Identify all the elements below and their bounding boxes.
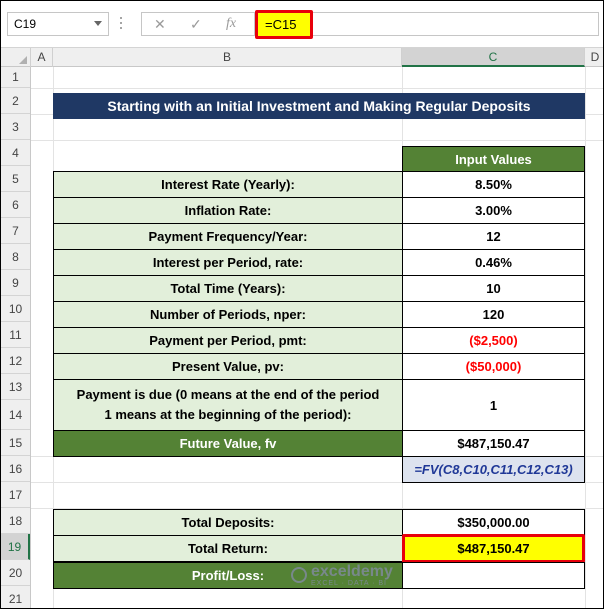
name-box-value: C19 <box>14 17 37 31</box>
label-number-of-periods[interactable]: Number of Periods, nper: <box>53 301 403 328</box>
column-header-b[interactable]: B <box>53 48 402 67</box>
formula-input[interactable]: =C15 <box>255 10 313 39</box>
enter-icon[interactable]: ✓ <box>190 16 202 33</box>
row-header-19[interactable]: 19 <box>1 534 30 560</box>
column-header: A B C D <box>1 47 603 67</box>
row-header-12[interactable]: 12 <box>1 348 30 374</box>
row-header-16[interactable]: 16 <box>1 456 30 482</box>
sheet-title[interactable]: Starting with an Initial Investment and … <box>53 93 585 119</box>
value-interest-rate[interactable]: 8.50% <box>402 171 585 198</box>
watermark-tagline: EXCEL · DATA · BI <box>311 579 387 587</box>
value-total-time[interactable]: 10 <box>402 275 585 302</box>
label-total-deposits[interactable]: Total Deposits: <box>53 509 403 536</box>
row-header-7[interactable]: 7 <box>1 218 30 244</box>
formula-input-field[interactable] <box>313 12 599 36</box>
gridline <box>31 140 603 141</box>
column-header-a[interactable]: A <box>31 48 53 67</box>
gridline <box>585 67 586 608</box>
row-header-14[interactable]: 14 <box>1 400 30 430</box>
gridline <box>31 88 603 89</box>
label-interest-per-period[interactable]: Interest per Period, rate: <box>53 249 403 276</box>
label-inflation-rate[interactable]: Inflation Rate: <box>53 197 403 224</box>
row-header-17[interactable]: 17 <box>1 482 30 508</box>
row-header-10[interactable]: 10 <box>1 296 30 322</box>
value-payment-frequency[interactable]: 12 <box>402 223 585 250</box>
value-present-value[interactable]: ($50,000) <box>402 353 585 380</box>
value-profit-loss[interactable] <box>402 562 585 589</box>
select-all-corner[interactable] <box>1 48 31 67</box>
value-total-deposits[interactable]: $350,000.00 <box>402 509 585 536</box>
row-header-8[interactable]: 8 <box>1 244 30 270</box>
chevron-down-icon[interactable] <box>94 21 102 26</box>
value-total-return-selected-cell[interactable]: $487,150.47 <box>402 534 585 563</box>
value-interest-per-period[interactable]: 0.46% <box>402 249 585 276</box>
watermark-name: exceldemy <box>311 562 393 580</box>
label-payment-frequency[interactable]: Payment Frequency/Year: <box>53 223 403 250</box>
row-header-9[interactable]: 9 <box>1 270 30 296</box>
row-header-13[interactable]: 13 <box>1 374 30 400</box>
row-header-3[interactable]: 3 <box>1 114 30 140</box>
row-header-2[interactable]: 2 <box>1 88 30 114</box>
row-header: 1 2 3 4 5 6 7 8 9 10 11 12 13 14 15 16 1… <box>1 67 31 608</box>
label-present-value[interactable]: Present Value, pv: <box>53 353 403 380</box>
row-header-20[interactable]: 20 <box>1 560 30 586</box>
fv-formula-note[interactable]: =FV(C8,C10,C11,C12,C13) <box>402 456 585 483</box>
row-header-1[interactable]: 1 <box>1 67 30 88</box>
insert-function-icon[interactable]: fx <box>226 16 236 32</box>
value-payment-per-period[interactable]: ($2,500) <box>402 327 585 354</box>
cancel-icon[interactable]: ✕ <box>154 16 166 33</box>
row-header-4[interactable]: 4 <box>1 140 30 166</box>
payment-due-line-2: 1 means at the beginning of the period): <box>104 407 352 422</box>
row-header-21[interactable]: 21 <box>1 586 30 608</box>
input-values-header[interactable]: Input Values <box>402 146 585 172</box>
column-header-c[interactable]: C <box>402 48 585 67</box>
row-header-11[interactable]: 11 <box>1 322 30 348</box>
row-header-6[interactable]: 6 <box>1 192 30 218</box>
column-header-d[interactable]: D <box>585 48 603 67</box>
exceldemy-watermark: exceldemy EXCEL · DATA · BI <box>291 560 421 590</box>
excel-window: C19 ✕ ✓ fx =C15 A B C D 1 2 3 4 5 6 7 8 … <box>0 0 604 609</box>
row-header-15[interactable]: 15 <box>1 430 30 456</box>
label-total-return[interactable]: Total Return: <box>53 535 403 562</box>
name-box[interactable]: C19 <box>7 12 109 36</box>
row-header-5[interactable]: 5 <box>1 166 30 192</box>
label-interest-rate[interactable]: Interest Rate (Yearly): <box>53 171 403 198</box>
more-options-icon[interactable] <box>120 15 123 33</box>
formula-bar: C19 ✕ ✓ fx =C15 <box>1 1 603 47</box>
exceldemy-logo-icon <box>291 567 307 583</box>
payment-due-line-1: Payment is due (0 means at the end of th… <box>76 387 380 402</box>
value-number-of-periods[interactable]: 120 <box>402 301 585 328</box>
formula-text: =C15 <box>265 17 297 32</box>
formula-buttons: ✕ ✓ fx <box>141 12 255 36</box>
value-future-value[interactable]: $487,150.47 <box>402 430 585 457</box>
label-total-time[interactable]: Total Time (Years): <box>53 275 403 302</box>
label-payment-per-period[interactable]: Payment per Period, pmt: <box>53 327 403 354</box>
label-payment-due[interactable]: Payment is due (0 means at the end of th… <box>53 379 403 431</box>
value-payment-due[interactable]: 1 <box>402 379 585 431</box>
value-inflation-rate[interactable]: 3.00% <box>402 197 585 224</box>
row-header-18[interactable]: 18 <box>1 508 30 534</box>
label-future-value[interactable]: Future Value, fv <box>53 430 403 457</box>
